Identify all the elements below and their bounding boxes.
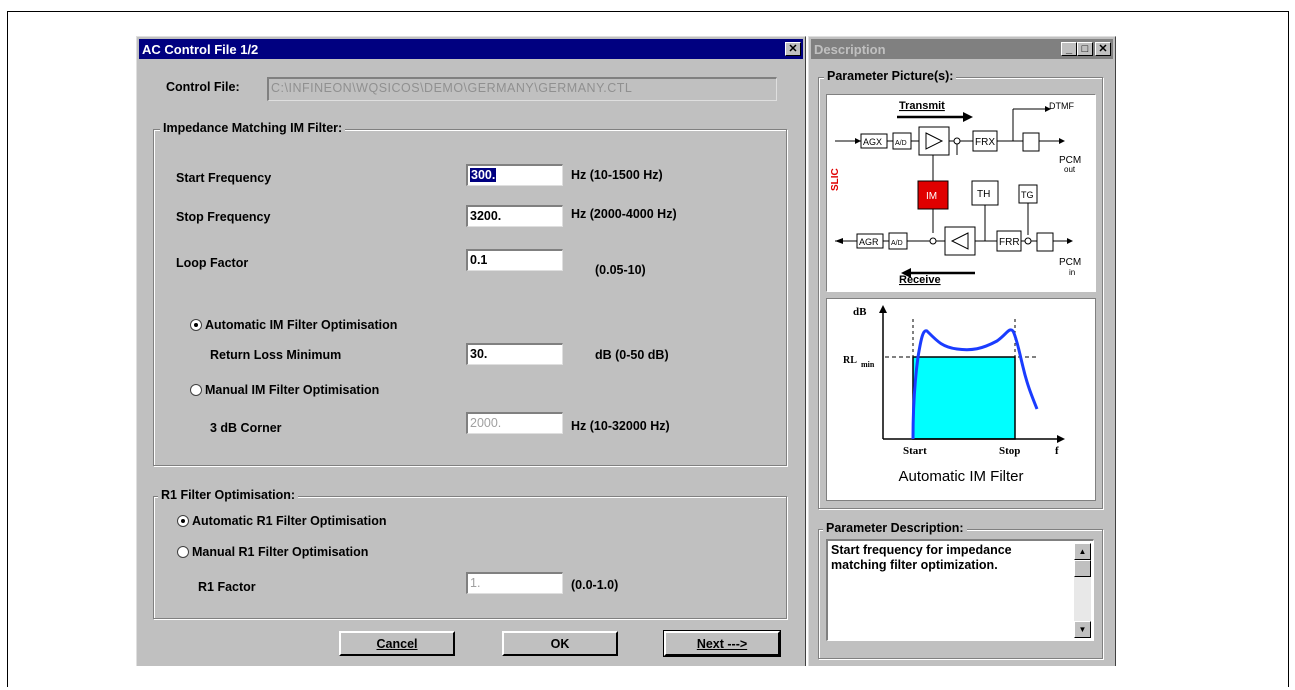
cancel-button[interactable]: Cancel [339,631,455,656]
maximize-icon[interactable]: □ [1077,42,1093,56]
filter-plot-panel: dB RL min Start Stop f Automatic IM Filt… [826,298,1096,501]
radio-unchecked-icon [190,384,202,396]
radio-checked-icon [177,515,189,527]
scroll-thumb[interactable] [1074,560,1091,577]
stop-frequency-input[interactable]: 3200. [466,205,563,227]
loop-factor-input[interactable]: 0.1 [466,249,563,271]
frr-label: FRR [999,237,1020,248]
parameter-description-title: Parameter Description: [823,521,967,535]
corner-input[interactable]: 2000. [466,412,563,434]
block-diagram: Transmit DTMF Receive SLIC AGX A/D FRX P… [830,100,1081,286]
stop-frequency-label: Stop Frequency [176,210,271,224]
return-loss-label: Return Loss Minimum [210,348,342,362]
filter-region [912,356,1016,440]
ad-tx-label: A/D [895,140,907,147]
plot-ylabel: dB [853,306,867,318]
stop-frequency-unit: Hz (2000-4000 Hz) [571,207,677,221]
ad-rx-label: A/D [891,240,903,247]
start-frequency-unit: Hz (10-1500 Hz) [571,168,663,182]
loop-factor-label: Loop Factor [176,256,249,270]
radio-unchecked-icon [177,546,189,558]
description-scrollbar[interactable]: ▲ ▼ [1074,543,1091,638]
agx-label: AGX [863,137,882,147]
auto-r1-radio[interactable]: Automatic R1 Filter Optimisation [177,514,386,528]
rl-sub-label: min [861,360,875,369]
control-file-field: C:\INFINEON\WQSICOS\DEMO\GERMANY\GERMANY… [267,77,777,101]
close-icon[interactable]: ✕ [785,42,801,56]
start-frequency-label: Start Frequency [176,171,272,185]
r1-factor-label: R1 Factor [198,580,256,594]
manual-im-radio[interactable]: Manual IM Filter Optimisation [190,383,379,397]
scroll-down-icon[interactable]: ▼ [1074,621,1091,638]
return-loss-input[interactable]: 30. [466,343,563,365]
scroll-up-icon[interactable]: ▲ [1074,543,1091,560]
block-diagram-panel: Transmit DTMF Receive SLIC AGX A/D FRX P… [826,94,1096,292]
expander-block [1022,132,1040,152]
parameter-description-box[interactable]: Start frequency for impedance matching f… [826,539,1094,641]
frequency-axis-label: f [1055,445,1059,457]
tg-label: TG [1021,190,1034,200]
r1-filter-group-title: R1 Filter Optimisation: [158,488,299,502]
im-filter-group-title: Impedance Matching IM Filter: [160,121,346,135]
manual-r1-radio[interactable]: Manual R1 Filter Optimisation [177,545,368,559]
manual-r1-radio-label: Manual R1 Filter Optimisation [192,545,369,559]
receive-label: Receive [899,274,941,286]
frx-label: FRX [975,137,995,148]
im-label: IM [926,191,937,202]
description-title: Description [814,41,886,57]
manual-im-radio-label: Manual IM Filter Optimisation [205,383,380,397]
minimize-icon[interactable]: _ [1061,42,1077,56]
dtmf-label: DTMF [1049,101,1074,111]
ac-control-dialog: AC Control File 1/2 ✕ Control File: C:\I… [136,36,806,666]
plot-caption: Automatic IM Filter [898,468,1023,485]
close-icon[interactable]: ✕ [1095,42,1111,56]
corner-unit: Hz (10-32000 Hz) [571,419,670,433]
pcm-out-sub: out [1064,165,1076,174]
agr-label: AGR [859,237,879,247]
return-loss-unit: dB (0-50 dB) [595,348,669,362]
dialog-titlebar[interactable]: AC Control File 1/2 ✕ [139,39,803,59]
pcm-in-label: PCM [1059,257,1081,268]
parameter-pictures-title: Parameter Picture(s): [824,69,957,83]
auto-r1-radio-label: Automatic R1 Filter Optimisation [192,514,387,528]
parameter-description-text: Start frequency for impedance matching f… [831,543,1012,572]
auto-im-radio[interactable]: Automatic IM Filter Optimisation [190,318,397,332]
r1-factor-input[interactable]: 1. [466,572,563,594]
start-tick: Start [903,445,927,457]
radio-checked-icon [190,319,202,331]
corner-label: 3 dB Corner [210,421,282,435]
rl-label: RL [843,355,857,366]
description-titlebar[interactable]: Description _ □ ✕ [811,39,1113,59]
start-frequency-input[interactable]: 300. [466,164,563,186]
description-window: Description _ □ ✕ Parameter Picture(s): … [808,36,1116,666]
compressor-block [1036,232,1054,252]
next-button[interactable]: Next ---> [663,630,781,657]
auto-im-radio-label: Automatic IM Filter Optimisation [205,318,398,332]
loop-factor-unit: (0.05-10) [595,263,646,277]
stop-tick: Stop [999,445,1020,457]
transmit-label: Transmit [899,100,945,112]
control-file-label: Control File: [166,80,240,94]
slic-label: SLIC [830,168,841,191]
th-label: TH [977,189,990,200]
dialog-title: AC Control File 1/2 [142,41,259,57]
ok-button[interactable]: OK [502,631,618,656]
filter-plot: dB RL min Start Stop f Automatic IM Filt… [843,305,1065,485]
pcm-in-sub: in [1069,268,1075,277]
r1-factor-unit: (0.0-1.0) [571,578,619,592]
